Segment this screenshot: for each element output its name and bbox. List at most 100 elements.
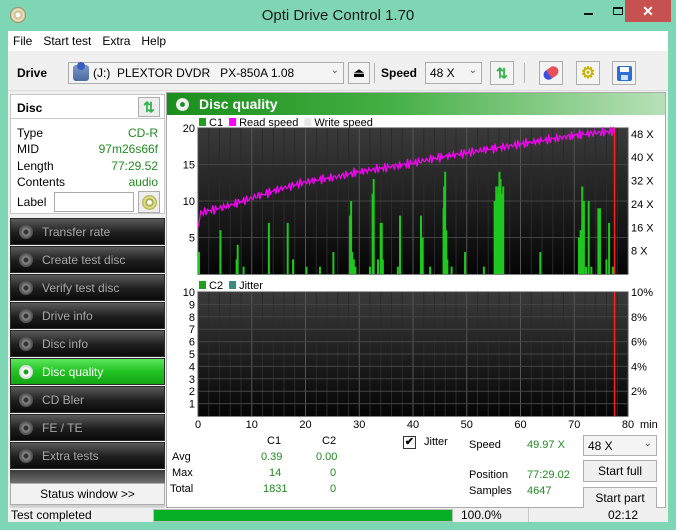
legend-swatch-c1: [199, 118, 206, 126]
nav-transfer-rate[interactable]: Transfer rate: [10, 218, 165, 245]
y-tick-label: 6: [189, 337, 195, 349]
title-bar: Opti Drive Control 1.70 ✕: [0, 0, 676, 31]
fe-te-icon: [19, 420, 33, 435]
drive-select-value: (J:) PLEXTOR DVDR PX-850A 1.08: [93, 66, 295, 80]
eject-button[interactable]: ⏏: [348, 62, 370, 84]
stat-label-max: Max: [172, 467, 193, 479]
menu-file[interactable]: File: [13, 34, 32, 48]
c-bar: [381, 259, 384, 274]
disc-info-icon: [19, 336, 33, 351]
disc-label-button[interactable]: [138, 191, 161, 213]
test-speed-select[interactable]: 48 X ⌄: [583, 435, 657, 456]
c2-legend: C2 Jitter: [199, 280, 263, 292]
speed-select[interactable]: 48 X ⌄: [425, 62, 482, 84]
speed-value: 49.97 X: [527, 439, 565, 451]
legend-label: C2: [209, 280, 223, 292]
legend-label: Jitter: [239, 280, 263, 292]
stat-max-c1: 14: [269, 467, 282, 479]
minimize-button[interactable]: [574, 0, 602, 22]
disc-row-label: MID: [17, 142, 39, 156]
test-speed-value: 48 X: [588, 438, 613, 453]
y-tick-label: 15: [183, 160, 195, 172]
nav-disc-quality[interactable]: Disc quality: [10, 358, 165, 385]
nav-label: Disc quality: [42, 364, 104, 379]
disc-label-input[interactable]: [54, 192, 135, 212]
nav-verify-test-disc[interactable]: Verify test disc: [10, 274, 165, 301]
c1-legend: C1 Read speed Write speed: [199, 117, 373, 129]
col-header-c1: C1: [267, 435, 282, 447]
c-bar: [396, 266, 399, 274]
y2-tick-label: 40 X: [631, 152, 654, 164]
menu-extra[interactable]: Extra: [102, 34, 130, 48]
y2-tick-label: 6%: [631, 337, 647, 349]
c-bar: [450, 266, 453, 274]
nav-label: Create test disc: [42, 252, 126, 267]
close-button[interactable]: ✕: [625, 0, 671, 22]
nav-create-test-disc[interactable]: Create test disc: [10, 246, 165, 273]
y2-tick-label: 24 X: [631, 199, 654, 211]
erase-button[interactable]: [539, 61, 563, 85]
nav-disc-info[interactable]: Disc info: [10, 330, 165, 357]
nav-extra-tests[interactable]: Extra tests: [10, 442, 165, 469]
statusbar-divider: [528, 508, 529, 522]
menu-help[interactable]: Help: [141, 34, 166, 48]
stat-max-c2: 0: [330, 467, 337, 479]
speed-label: Speed: [381, 66, 418, 80]
transfer-rate-icon: [19, 224, 33, 239]
y-tick-label: 20: [183, 123, 195, 135]
maximize-icon: [613, 7, 623, 15]
disc-row-mid: MID 97m26s66f: [17, 142, 158, 158]
extra-tests-icon: [19, 448, 33, 463]
c-bar: [219, 230, 222, 274]
legend-swatch-write-speed: [304, 118, 312, 126]
c-bar: [267, 222, 270, 274]
c-bar: [539, 252, 542, 274]
legend-label: C1: [209, 117, 223, 129]
disc-refresh-button[interactable]: ⇅: [138, 97, 160, 117]
status-window-button[interactable]: Status window >>: [10, 483, 165, 505]
nav-label: Verify test disc: [42, 280, 120, 295]
nav-label: Transfer rate: [42, 224, 111, 239]
c-bar: [598, 208, 601, 274]
status-text: Test completed: [11, 508, 92, 522]
settings-icon: ⚙: [580, 65, 596, 82]
disc-quality-icon: [19, 364, 33, 379]
chevron-down-icon: ⌄: [468, 65, 477, 76]
disc-quality-icon: [176, 97, 189, 111]
legend-swatch-c2: [199, 281, 206, 289]
c-bar: [292, 259, 295, 274]
nav-drive-info[interactable]: Drive info: [10, 302, 165, 329]
speed-label: Speed: [469, 439, 501, 451]
refresh-icon: ⇅: [143, 98, 155, 115]
settings-button[interactable]: ⚙: [576, 61, 600, 85]
disc-row-value: audio: [128, 175, 158, 189]
disc-info-panel: Disc ⇅ Type CD-R MID 97m26s66f Length 77:29…: [10, 94, 165, 214]
start-full-button[interactable]: Start full: [583, 460, 657, 482]
c-bar: [354, 266, 357, 274]
disc-row-length: Length 77:29.52: [17, 159, 158, 175]
nav-cd-bler[interactable]: CD Bler: [10, 386, 165, 413]
col-header-c2: C2: [322, 435, 337, 447]
save-icon: [616, 65, 632, 81]
drive-select[interactable]: (J:) PLEXTOR DVDR PX-850A 1.08 ⌄: [68, 62, 344, 84]
nav-fe-te[interactable]: FE / TE: [10, 414, 165, 441]
c-bar: [198, 252, 200, 274]
c-bar: [587, 201, 590, 274]
refresh-icon: ⇅: [496, 64, 508, 81]
c-bar: [585, 266, 587, 274]
checkmark-icon: ✔: [404, 436, 415, 448]
menu-start-test[interactable]: Start test: [43, 34, 91, 48]
save-button[interactable]: [612, 61, 636, 85]
refresh-speed-button[interactable]: ⇅: [490, 61, 514, 85]
stat-avg-c1: 0.39: [261, 451, 283, 463]
sidebar: Disc ⇅ Type CD-R MID 97m26s66f Length 77:29…: [8, 92, 165, 508]
position-value: 77:29.02: [527, 469, 570, 481]
jitter-checkbox[interactable]: ✔: [403, 436, 416, 449]
nav-label: Disc info: [42, 336, 89, 351]
c-bar: [399, 215, 402, 274]
cd-bler-icon: [19, 392, 33, 407]
c-bar: [305, 266, 308, 274]
y-tick-label: 3: [189, 374, 195, 386]
start-part-button[interactable]: Start part: [583, 487, 657, 509]
y2-tick-label: 8%: [631, 312, 647, 324]
